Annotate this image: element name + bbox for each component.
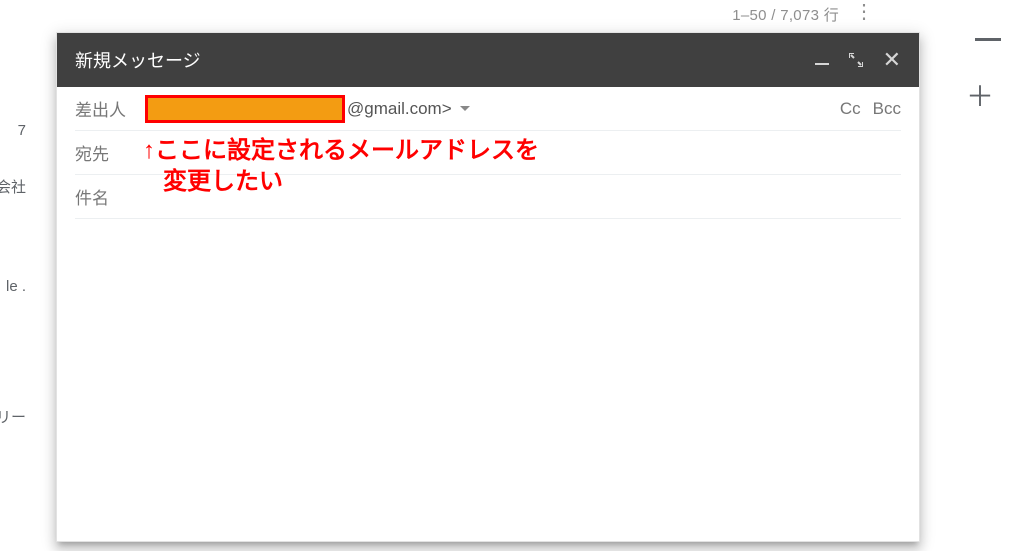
side-panel-collapse-icon[interactable]: [975, 38, 1001, 41]
compose-title: 新規メッセージ: [75, 47, 815, 73]
close-icon[interactable]: ✕: [883, 49, 901, 71]
chevron-down-icon[interactable]: [460, 106, 470, 111]
compose-header: 新規メッセージ ✕: [57, 33, 919, 87]
sidebar-fragment-text: リー: [0, 406, 26, 427]
sidebar-fragment-text: le .: [6, 278, 26, 295]
expand-icon[interactable]: [849, 53, 863, 67]
from-content[interactable]: @gmail.com>: [145, 95, 840, 123]
pagination-text: 1–50 / 7,073 行: [732, 4, 839, 25]
compose-body: 差出人 @gmail.com> Cc Bcc 宛先 件名 ↑ここに設定されるメー…: [57, 87, 919, 541]
sidebar-fragment-text: 会社: [0, 176, 26, 197]
redacted-sender-box: [145, 95, 345, 123]
from-row: 差出人 @gmail.com> Cc Bcc: [75, 87, 901, 131]
sidebar-fragment: 7 会社 le . リー: [0, 0, 56, 551]
from-label: 差出人: [75, 96, 145, 121]
window-controls: ✕: [815, 49, 901, 71]
from-email-suffix: @gmail.com>: [347, 99, 452, 119]
compose-window: 新規メッセージ ✕ 差出人 @gmail.com> Cc Bcc: [56, 32, 920, 542]
subject-row[interactable]: 件名: [75, 175, 901, 219]
to-row[interactable]: 宛先: [75, 131, 901, 175]
cc-button[interactable]: Cc: [840, 99, 861, 119]
to-label: 宛先: [75, 140, 145, 165]
more-vert-icon[interactable]: ⋮: [854, 2, 874, 22]
bcc-button[interactable]: Bcc: [873, 99, 901, 119]
add-addon-icon[interactable]: ＋: [966, 83, 994, 111]
sidebar-fragment-text: 7: [18, 122, 26, 139]
subject-label: 件名: [75, 184, 145, 209]
minimize-icon[interactable]: [815, 63, 829, 65]
